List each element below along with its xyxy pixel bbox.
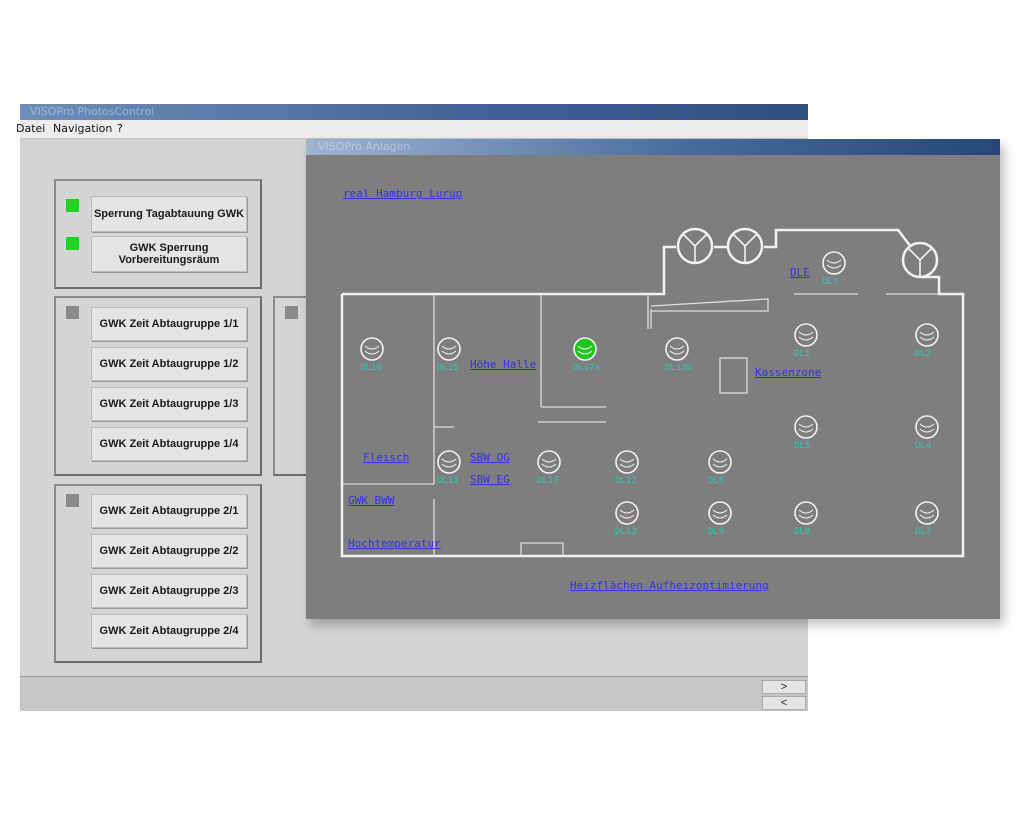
status-indicator-hidden-group	[285, 306, 298, 319]
cooling-unit-dl16-mark	[364, 345, 380, 355]
roof-fan-1-blades	[682, 233, 708, 263]
unit-label-dl4: DL4	[915, 441, 932, 451]
cooling-unit-dl1-mark	[798, 331, 814, 341]
unit-label-dl14: DL14	[437, 476, 459, 486]
cooling-unit-dl3-mark	[826, 259, 842, 269]
unit-label-dl9: DL9	[708, 527, 725, 537]
abtaugruppe-1-3-button[interactable]: GWK Zeit Abtaugruppe 1/3	[91, 387, 247, 421]
gwk-sperrung-vorbereitung-button[interactable]: GWK Sperrung Vorbereitungsräum	[91, 236, 247, 272]
floorplan-window: VISOPro Anlagen real Hamburg Lurup Höhe …	[306, 139, 1000, 619]
menu-bar: Datei Navigation ?	[16, 120, 808, 139]
unit-label-dl17: DL17	[537, 476, 559, 486]
status-indicator-group-2	[66, 494, 79, 507]
unit-label-dl1: DL1	[794, 349, 811, 359]
cooling-unit-dl17-mark	[541, 458, 557, 468]
abtaugruppe-2-4-button[interactable]: GWK Zeit Abtaugruppe 2/4	[91, 614, 247, 648]
unit-label-dl5: DL5	[794, 441, 811, 451]
unit-label-dl13: DL13	[615, 527, 637, 537]
unit-label-dl3: DL3	[822, 277, 839, 287]
group-abtaugruppe-2: GWK Zeit Abtaugruppe 2/1 GWK Zeit Abtaug…	[54, 484, 262, 663]
menu-datei[interactable]: Datei	[16, 122, 45, 135]
cooling-unit-dl12-mark	[619, 458, 635, 468]
unit-label-dl7: DL7	[915, 527, 932, 537]
unit-label-dl6: DL6	[708, 476, 725, 486]
status-indicator-vorbereitung	[66, 237, 79, 250]
group-sperrung: Sperrung Tagabtauung GWK GWK Sperrung Vo…	[54, 179, 262, 289]
cooling-unit-dl13-mark	[619, 509, 635, 519]
cooling-unit-dl15-mark	[441, 345, 457, 355]
cooling-unit-dl2-mark	[919, 331, 935, 341]
roof-fan-3-blades	[907, 247, 933, 277]
control-window-title: VISOPro PhotosControl	[30, 105, 155, 118]
sbw-eg-link[interactable]: SBW EG	[470, 473, 510, 486]
cooling-unit-dl5-mark	[798, 423, 814, 433]
status-indicator-group-1	[66, 306, 79, 319]
store-name-link[interactable]: real Hamburg Lurup	[343, 187, 462, 200]
unit-label-dl2: DL2	[915, 349, 932, 359]
status-indicator-tagabtauung	[66, 199, 79, 212]
floorplan-inner-walls	[342, 293, 939, 556]
abtaugruppe-1-2-button[interactable]: GWK Zeit Abtaugruppe 1/2	[91, 347, 247, 381]
fleisch-link[interactable]: Fleisch	[363, 451, 409, 464]
roof-fan-2-blades	[732, 233, 758, 263]
cooling-unit-dl13b-mark	[669, 345, 685, 355]
control-window-titlebar[interactable]: VISOPro PhotosControl	[20, 104, 808, 120]
scroll-left-button[interactable]: <	[762, 696, 806, 710]
cooling-unit-dl8-mark	[798, 509, 814, 519]
floorplan-walls	[340, 228, 965, 558]
sbw-og-link[interactable]: SBW OG	[470, 451, 510, 464]
kassenzone-link[interactable]: Kassenzone	[755, 366, 821, 379]
cooling-unit-dl4-mark	[919, 423, 935, 433]
cooling-unit-dl9-mark	[712, 509, 728, 519]
group-abtaugruppe-1: GWK Zeit Abtaugruppe 1/1 GWK Zeit Abtaug…	[54, 296, 262, 476]
cooling-unit-dl7-mark	[919, 509, 935, 519]
scroll-right-button[interactable]: >	[762, 680, 806, 694]
abtaugruppe-2-1-button[interactable]: GWK Zeit Abtaugruppe 2/1	[91, 494, 247, 528]
unit-label-dl12: DL12	[615, 476, 637, 486]
unit-label-dl17a: DL17a	[573, 363, 601, 373]
abtaugruppe-2-3-button[interactable]: GWK Zeit Abtaugruppe 2/3	[91, 574, 247, 608]
cooling-unit-dl14-mark	[441, 458, 457, 468]
hoehe-halle-link[interactable]: Höhe Halle	[470, 358, 536, 371]
status-bar	[20, 676, 808, 711]
abtaugruppe-1-1-button[interactable]: GWK Zeit Abtaugruppe 1/1	[91, 307, 247, 341]
unit-label-dl13b: DL13b	[665, 363, 693, 373]
abtaugruppe-1-4-button[interactable]: GWK Zeit Abtaugruppe 1/4	[91, 427, 247, 461]
menu-navigation[interactable]: Navigation	[53, 122, 112, 135]
heizflaechen-link[interactable]: Heizflächen Aufheizoptimierung	[570, 579, 769, 592]
unit-label-dl8: DL8	[794, 527, 811, 537]
abtaugruppe-2-2-button[interactable]: GWK Zeit Abtaugruppe 2/2	[91, 534, 247, 568]
hochtemperatur-link[interactable]: Hochtemperatur	[348, 537, 441, 550]
cooling-unit-dl6-mark	[712, 458, 728, 468]
menu-help[interactable]: ?	[117, 122, 123, 135]
unit-label-dl16: DL16	[360, 363, 382, 373]
sperrung-tagabtauung-button[interactable]: Sperrung Tagabtauung GWK	[91, 196, 247, 232]
gwk-bww-link[interactable]: GWK BWW	[348, 494, 394, 507]
dle-link[interactable]: DLE	[790, 266, 810, 279]
unit-label-dl15: DL15	[437, 363, 459, 373]
